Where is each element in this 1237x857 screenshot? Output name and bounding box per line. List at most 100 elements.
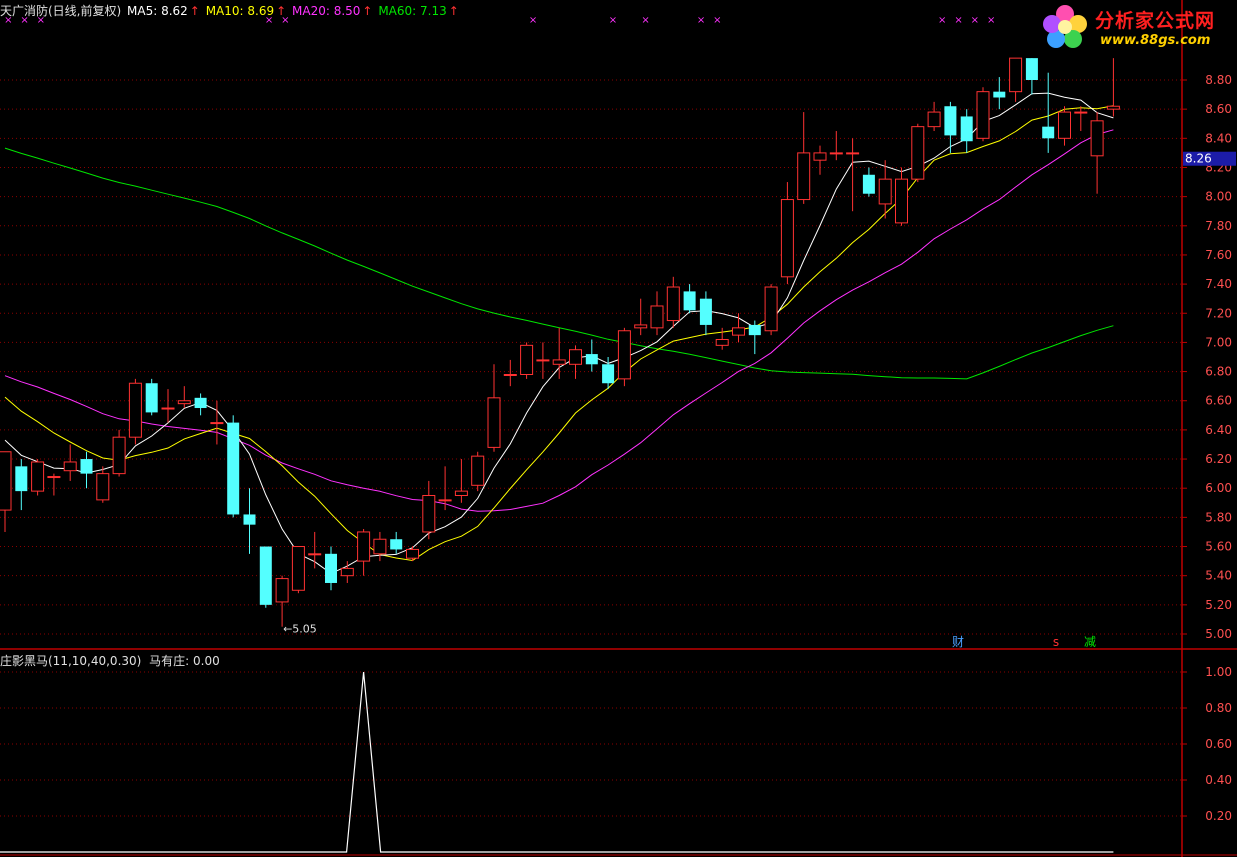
candle — [422, 480, 436, 540]
candle — [699, 291, 712, 336]
candle — [666, 276, 680, 328]
ma60-label: MA60: 7.13 — [378, 4, 447, 18]
candle — [177, 386, 191, 409]
top-cross-marker: × — [713, 15, 721, 26]
candle-body — [63, 461, 77, 472]
y-tick-label: 6.00 — [1205, 481, 1232, 495]
candle — [764, 284, 778, 336]
candle — [895, 167, 908, 226]
candle — [194, 393, 207, 416]
candle — [406, 546, 419, 562]
candle — [960, 109, 973, 153]
candle — [15, 459, 28, 511]
candle-body — [1058, 111, 1071, 139]
candle-body — [764, 286, 778, 332]
candle — [732, 313, 745, 343]
candle-body — [585, 354, 598, 365]
candle — [569, 345, 582, 379]
candle — [1074, 106, 1088, 132]
candle — [0, 451, 12, 532]
y-tick-label: 7.20 — [1205, 306, 1232, 320]
candle — [325, 546, 337, 591]
candle-body — [177, 400, 191, 405]
candle — [1009, 57, 1023, 102]
candle — [112, 429, 126, 477]
ma5-arrow: ↑ — [189, 4, 200, 18]
ma60-arrow: ↑ — [448, 4, 459, 18]
candle — [47, 473, 61, 496]
candle — [552, 327, 566, 379]
candle-body — [829, 152, 843, 155]
candle — [1090, 112, 1104, 194]
candle — [80, 451, 93, 489]
sub-y-tick-label: 0.80 — [1205, 701, 1232, 715]
candle-body — [813, 152, 827, 161]
candle-body — [1025, 58, 1038, 80]
candle-body — [797, 152, 811, 201]
candle-body — [780, 199, 794, 278]
candle-body — [976, 91, 990, 139]
candle — [128, 378, 142, 445]
y-tick-label: 5.60 — [1205, 540, 1232, 554]
candle-body — [1009, 57, 1023, 93]
candle-body — [15, 466, 28, 492]
candle-body — [666, 286, 680, 322]
y-tick-label: 5.00 — [1205, 627, 1232, 641]
candle-body — [927, 111, 941, 128]
candle-body — [390, 539, 403, 550]
candle — [993, 77, 1006, 110]
candle — [683, 284, 696, 314]
candle — [63, 444, 77, 481]
candle — [96, 466, 110, 503]
candle — [145, 378, 158, 416]
sub-y-tick-label: 1.00 — [1205, 665, 1232, 679]
top-cross-marker: × — [987, 15, 995, 26]
candle-body — [406, 548, 419, 559]
y-tick-label: 6.40 — [1205, 423, 1232, 437]
candle-body — [210, 422, 224, 425]
chart-canvas[interactable]: 8.808.608.408.208.007.807.607.407.207.00… — [0, 0, 1237, 857]
candle-body — [47, 476, 61, 479]
candle — [308, 531, 322, 569]
candle — [1106, 58, 1120, 117]
ma20-line — [4, 129, 1114, 512]
candle — [976, 87, 990, 142]
candle-body — [422, 495, 436, 533]
y-tick-label: 6.80 — [1205, 365, 1232, 379]
candle-body — [0, 451, 12, 511]
indicator-line — [0, 671, 1114, 853]
candle — [536, 342, 550, 379]
y-tick-label: 7.40 — [1205, 277, 1232, 291]
indicator-value: 马有庄: 0.00 — [149, 654, 220, 668]
ma10-label: MA10: 8.69 — [205, 4, 275, 18]
logo-title: 分析家公式网 — [1095, 10, 1216, 32]
sub-y-tick-label: 0.20 — [1205, 809, 1232, 823]
candle — [259, 546, 272, 608]
ma5-label: MA5: 8.62 — [127, 4, 188, 18]
candle-body — [275, 578, 289, 603]
candle — [944, 101, 957, 153]
candle — [471, 451, 485, 492]
candle-body — [291, 546, 305, 591]
top-cross-marker: × — [641, 15, 649, 26]
candle-body — [96, 473, 110, 501]
candle-body — [617, 330, 631, 380]
candle-body — [357, 531, 371, 562]
candle-body — [748, 324, 761, 336]
y-tick-label: 7.00 — [1205, 335, 1232, 349]
y-tick-label: 6.20 — [1205, 452, 1232, 466]
candle-body — [960, 116, 973, 142]
candle — [373, 531, 387, 562]
candle-body — [471, 455, 485, 486]
candle-body — [438, 499, 452, 502]
candle-body — [536, 359, 550, 362]
candle — [829, 131, 843, 161]
candle-body — [31, 461, 45, 492]
candle — [1042, 72, 1055, 153]
candle — [813, 145, 827, 175]
indicator-header: 庄影黑马(11,10,40,0.30) 马有庄: 0.00 — [0, 652, 220, 669]
candle — [634, 298, 648, 336]
candle — [927, 101, 941, 132]
candle-body — [895, 178, 908, 224]
candle-body — [259, 546, 272, 605]
